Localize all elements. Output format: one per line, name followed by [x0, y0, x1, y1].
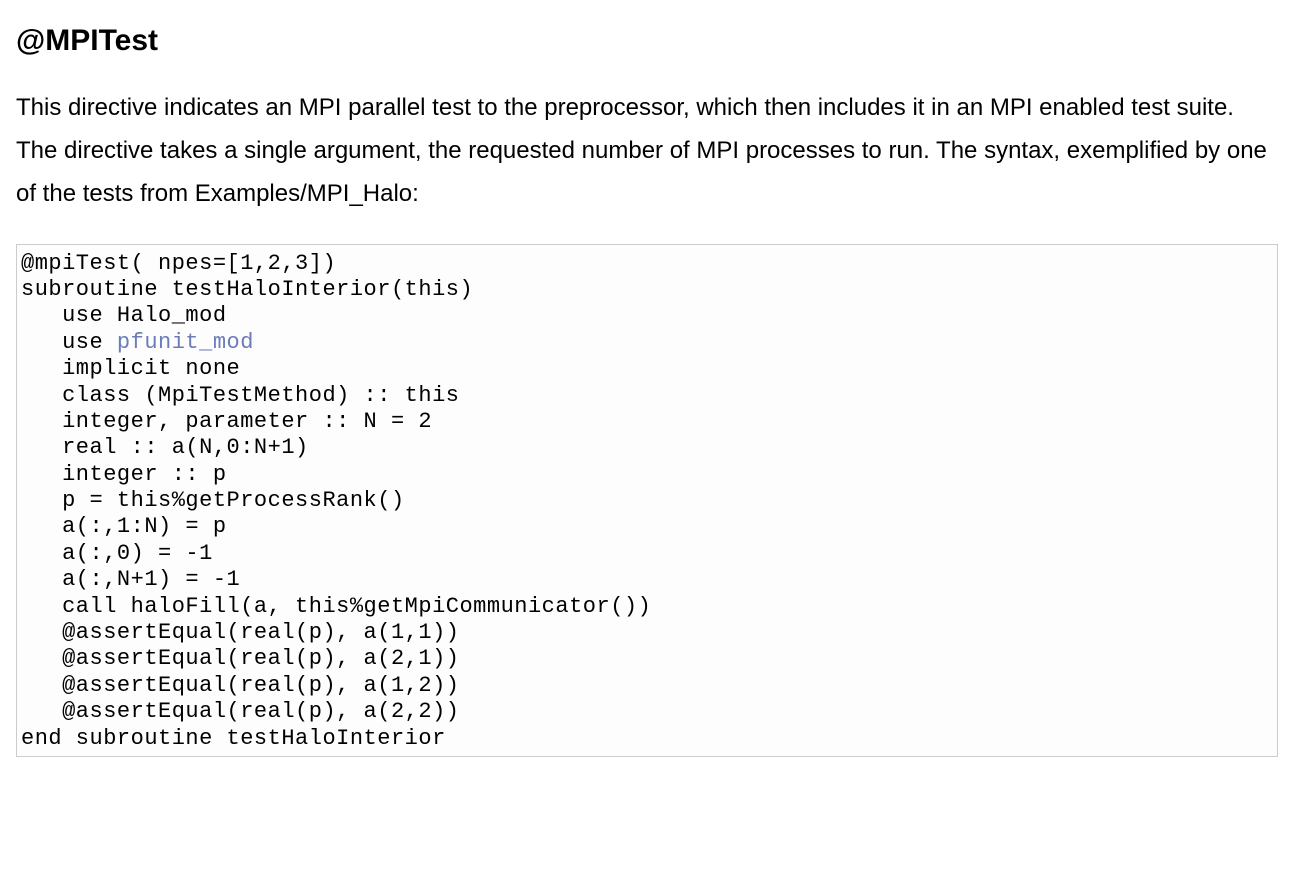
code-line: end subroutine testHaloInterior [21, 726, 1273, 752]
section-heading: @MPITest [16, 24, 1278, 58]
description-paragraph: This directive indicates an MPI parallel… [16, 86, 1276, 216]
code-line: a(:,N+1) = -1 [21, 567, 1273, 593]
code-text: use [21, 330, 117, 355]
code-line: subroutine testHaloInterior(this) [21, 277, 1273, 303]
code-line: p = this%getProcessRank() [21, 488, 1273, 514]
code-line: @mpiTest( npes=[1,2,3]) [21, 251, 1273, 277]
code-block: @mpiTest( npes=[1,2,3])subroutine testHa… [16, 244, 1278, 757]
code-line: class (MpiTestMethod) :: this [21, 383, 1273, 409]
code-line: real :: a(N,0:N+1) [21, 435, 1273, 461]
code-line: @assertEqual(real(p), a(1,2)) [21, 673, 1273, 699]
code-line: @assertEqual(real(p), a(1,1)) [21, 620, 1273, 646]
code-line: a(:,1:N) = p [21, 514, 1273, 540]
code-line: implicit none [21, 356, 1273, 382]
code-line: use Halo_mod [21, 303, 1273, 329]
code-line: a(:,0) = -1 [21, 541, 1273, 567]
pfunit-mod-link[interactable]: pfunit_mod [117, 330, 254, 355]
code-line: use pfunit_mod [21, 330, 1273, 356]
code-line: integer :: p [21, 462, 1273, 488]
code-line: @assertEqual(real(p), a(2,2)) [21, 699, 1273, 725]
code-line: integer, parameter :: N = 2 [21, 409, 1273, 435]
code-line: call haloFill(a, this%getMpiCommunicator… [21, 594, 1273, 620]
code-line: @assertEqual(real(p), a(2,1)) [21, 646, 1273, 672]
